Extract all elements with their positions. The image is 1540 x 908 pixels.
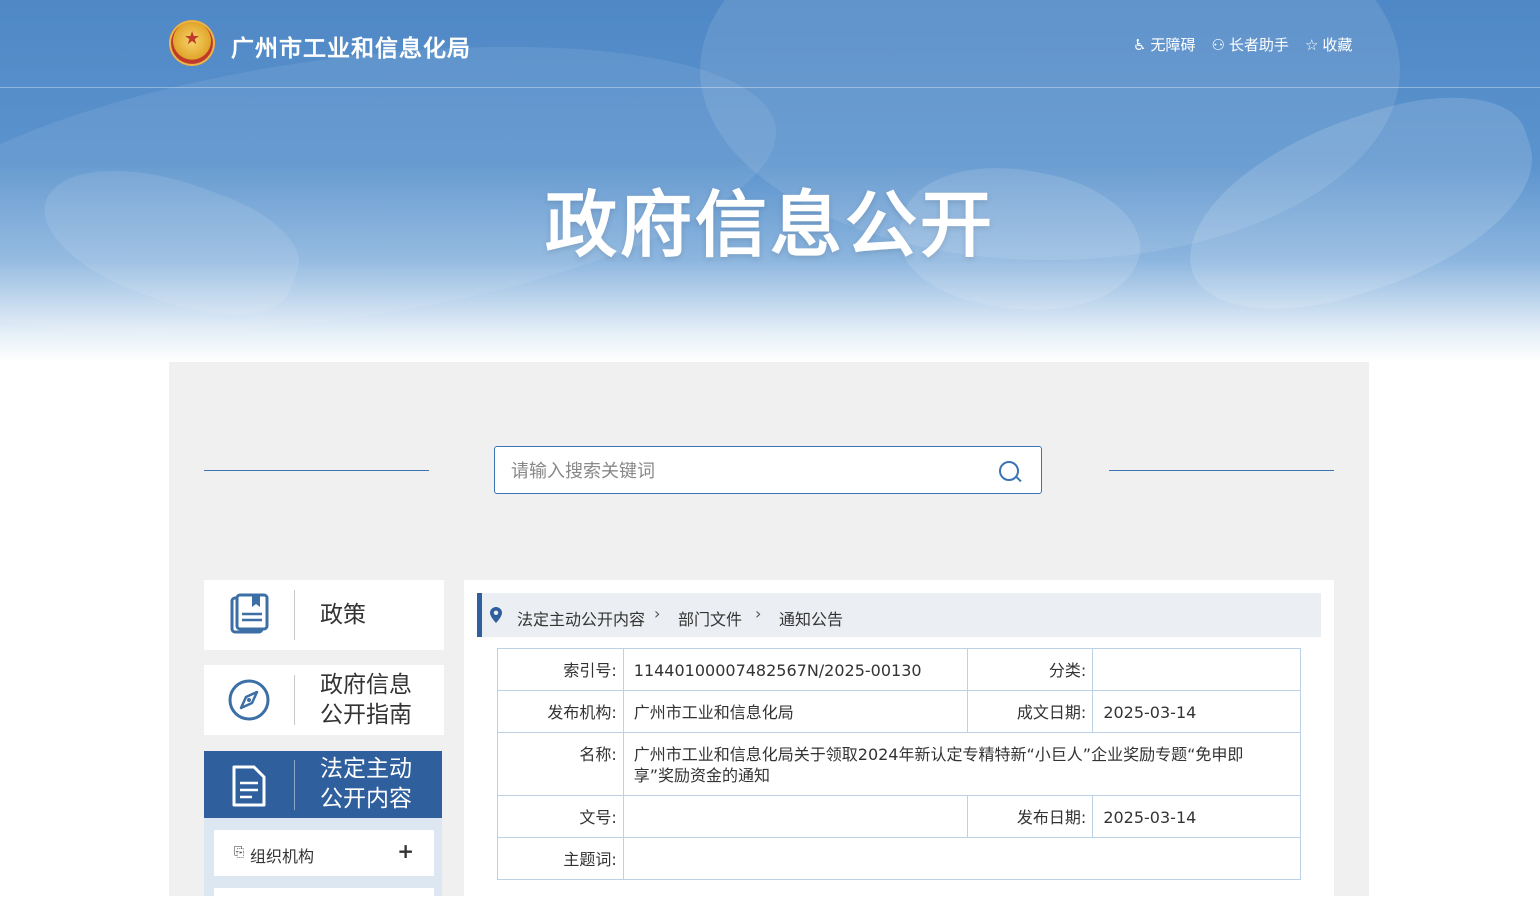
copy-icon: ⎘: [234, 845, 245, 860]
search-icon[interactable]: [999, 461, 1019, 481]
national-emblem-icon[interactable]: ★: [169, 20, 215, 66]
meta-value: [1092, 648, 1301, 691]
chevron-right-icon: ›: [755, 604, 762, 623]
meta-value: 广州市工业和信息化局: [622, 690, 968, 733]
meta-row: 文号: 发布日期: 2025-03-14: [497, 795, 1301, 838]
breadcrumb: 法定主动公开内容 › 部门文件 › 通知公告: [477, 593, 1321, 637]
sidebar-item-policy[interactable]: 政策: [204, 580, 444, 650]
chevron-right-icon: ›: [654, 604, 661, 623]
meta-row: 名称: 广州市工业和信息化局关于领取2024年新认定专精特新“小巨人”企业奖励专…: [497, 732, 1302, 796]
meta-key: 文号:: [497, 795, 624, 838]
site-title[interactable]: 广州市工业和信息化局: [231, 29, 471, 63]
meta-key: 成文日期:: [966, 690, 1094, 733]
content-area: 法定主动公开内容 › 部门文件 › 通知公告 索引号: 114401000074…: [464, 580, 1334, 896]
elder-helper-icon: ⚇: [1211, 35, 1225, 54]
meta-key: 主题词:: [497, 837, 624, 880]
policy-book-icon: [230, 593, 269, 634]
favorite-link[interactable]: ☆ 收藏: [1305, 34, 1352, 55]
compass-icon: [228, 679, 270, 721]
sidebar-item-statutory-content[interactable]: 法定主动 公开内容: [204, 751, 442, 818]
main-panel: 政策 政府信息 公开指南 法定主动 公开内容 ⎘ 组织机构 +: [169, 362, 1369, 908]
meta-value: 2025-03-14: [1092, 690, 1301, 733]
breadcrumb-item[interactable]: 通知公告: [779, 606, 843, 630]
sidebar-separator: [294, 590, 295, 640]
sidebar-subpanel: ⎘ 组织机构 +: [204, 818, 442, 908]
search-divider-left: [204, 470, 429, 471]
sidebar-item-label-line1: 法定主动: [320, 756, 412, 782]
star-icon: ☆: [1304, 35, 1319, 54]
sidebar-separator: [294, 760, 295, 810]
location-pin-icon: [490, 607, 502, 623]
elder-helper-link[interactable]: ⚇ 长者助手: [1211, 34, 1288, 55]
sidebar-item-label: 政策: [320, 602, 366, 628]
search-divider-right: [1109, 470, 1334, 471]
header-divider: [0, 87, 1540, 88]
sidebar-subitem-organization[interactable]: ⎘ 组织机构 +: [214, 830, 434, 876]
meta-key: 名称:: [497, 732, 624, 796]
document-icon: [232, 765, 266, 807]
search-input[interactable]: [509, 456, 983, 486]
meta-row: 发布机构: 广州市工业和信息化局 成文日期: 2025-03-14: [497, 690, 1301, 733]
accessibility-label: 无障碍: [1150, 36, 1196, 54]
meta-value: 2025-03-14: [1092, 795, 1301, 838]
breadcrumb-item[interactable]: 部门文件: [678, 606, 742, 630]
sidebar-item-label-line2: 公开指南: [320, 702, 412, 728]
accessibility-link[interactable]: ♿ 无障碍: [1133, 34, 1195, 55]
sidebar-separator: [294, 675, 295, 725]
expand-plus-icon[interactable]: +: [397, 839, 414, 863]
elder-helper-label: 长者助手: [1228, 36, 1289, 54]
meta-key: 分类:: [966, 648, 1094, 691]
meta-row: 索引号: 11440100007482567N/2025-00130 分类:: [497, 648, 1301, 691]
sidebar-item-guide[interactable]: 政府信息 公开指南: [204, 665, 444, 735]
subitem-label: 组织机构: [250, 847, 315, 866]
meta-key: 索引号:: [497, 648, 624, 691]
header-tools: ♿ 无障碍 ⚇ 长者助手 ☆ 收藏: [1133, 34, 1352, 55]
breadcrumb-item[interactable]: 法定主动公开内容: [517, 606, 645, 630]
document-meta-table: 索引号: 11440100007482567N/2025-00130 分类: 发…: [497, 648, 1302, 880]
sidebar-subitem-next[interactable]: [214, 888, 434, 908]
meta-value: [622, 795, 968, 838]
hero-title: 政府信息公开: [544, 183, 995, 267]
accessibility-icon: ♿: [1133, 35, 1147, 54]
sidebar-item-label-line2: 公开内容: [320, 786, 412, 812]
meta-key: 发布日期:: [966, 795, 1094, 838]
search-box: [494, 446, 1042, 494]
meta-value: 广州市工业和信息化局关于领取2024年新认定专精特新“小巨人”企业奖励专题“免申…: [622, 732, 1302, 796]
meta-row: 主题词:: [497, 837, 1302, 880]
emblem-star: ★: [184, 28, 201, 49]
sidebar-item-label-line1: 政府信息: [320, 672, 412, 698]
meta-value: [622, 837, 1302, 880]
meta-value: 11440100007482567N/2025-00130: [622, 648, 968, 691]
meta-key: 发布机构:: [497, 690, 624, 733]
favorite-label: 收藏: [1322, 36, 1353, 54]
